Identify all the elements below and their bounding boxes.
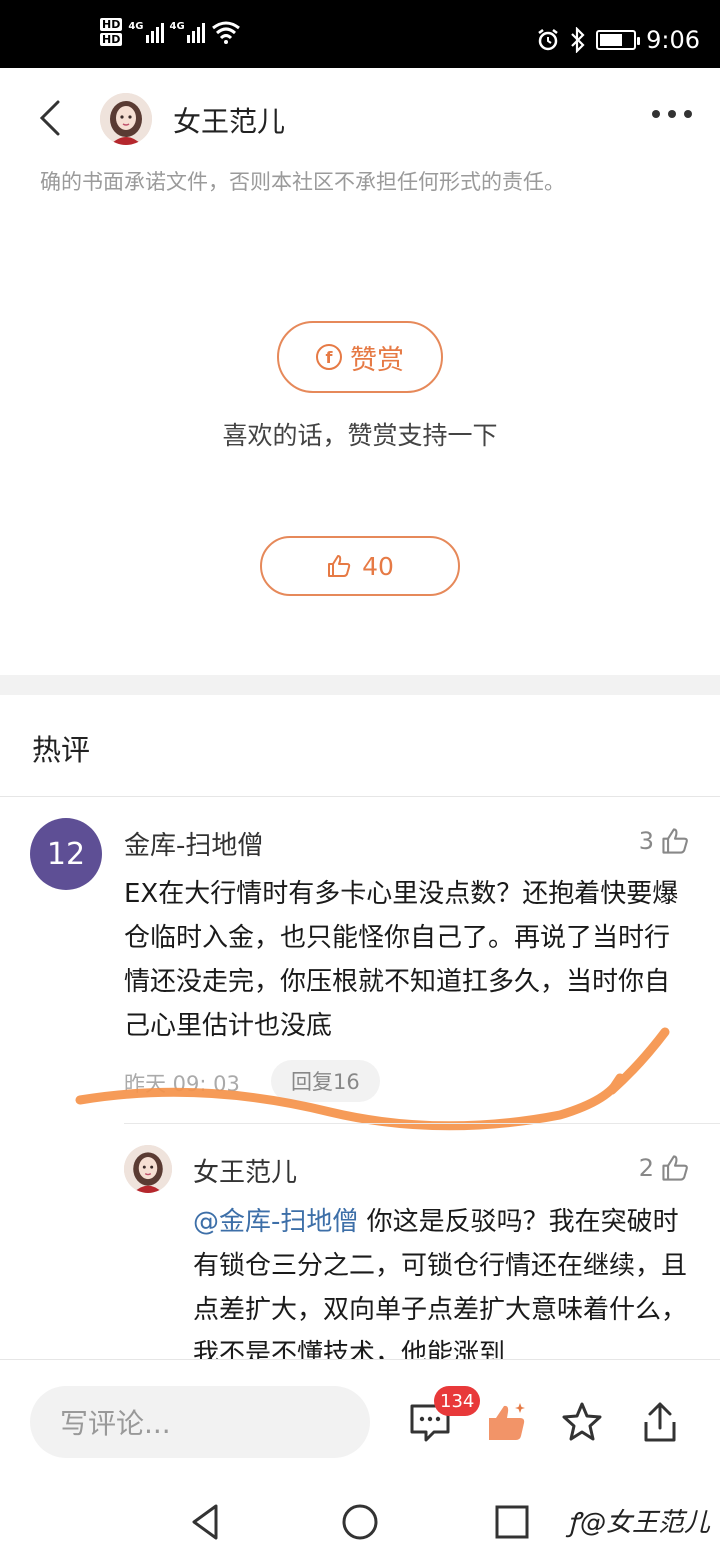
bluetooth-icon	[571, 27, 585, 53]
thumbs-up-icon	[662, 828, 688, 854]
commenter-avatar[interactable]: 12	[30, 818, 102, 890]
hd-badge-1: HD	[100, 18, 123, 31]
system-nav-bar: ꝭ@女王范儿	[0, 1480, 720, 1560]
nav-back-icon[interactable]	[186, 1502, 226, 1542]
nav-recents-icon[interactable]	[492, 1502, 532, 1542]
reply-count-button[interactable]: 回复16	[271, 1060, 380, 1102]
hot-comments-title: 热评	[32, 733, 91, 767]
back-icon[interactable]	[32, 98, 72, 138]
share-icon[interactable]	[638, 1400, 682, 1444]
commenter-name[interactable]: 金库-扫地僧	[124, 825, 263, 862]
bottom-action-bar: 写评论... 134	[0, 1359, 720, 1479]
status-right: 9:06	[536, 26, 700, 54]
coin-icon: f	[316, 344, 342, 370]
comment-count-badge: 134	[434, 1386, 481, 1416]
favorite-star-icon[interactable]	[560, 1400, 604, 1444]
like-icon[interactable]	[484, 1400, 528, 1444]
reward-hint: 喜欢的话，赞赏支持一下	[222, 421, 498, 450]
thumbs-up-icon	[328, 555, 351, 577]
signal-icon-1: 4G	[128, 21, 164, 43]
comment-input[interactable]: 写评论...	[30, 1386, 370, 1458]
reply-like-count: 2	[638, 1154, 654, 1182]
watermark: ꝭ@女王范儿	[568, 1502, 710, 1539]
comment-like-button[interactable]: 3	[639, 826, 690, 856]
author-avatar[interactable]	[100, 93, 152, 145]
alarm-icon	[538, 29, 558, 51]
network-type-label: 4G	[128, 21, 144, 32]
article-like-count: 40	[362, 551, 394, 581]
comment-body: EX在大行情时有多卡心里没点数？还抱着快要爆仓临时入金，也只能怪你自己了。再说了…	[124, 879, 679, 1041]
status-bar: HD HD 4G 4G 9:06	[0, 0, 720, 68]
mention-link[interactable]: @金库-扫地僧	[193, 1207, 358, 1237]
reply-like-button[interactable]: 2	[639, 1153, 690, 1183]
article-like-button[interactable]: 40	[260, 536, 460, 596]
battery-icon	[596, 30, 641, 50]
hd-indicators: HD HD	[100, 18, 123, 46]
divider	[0, 796, 720, 797]
comment-timestamp: 昨天 09: 03	[124, 1072, 240, 1096]
divider	[124, 1123, 720, 1124]
reward-button[interactable]: f 赞赏	[277, 321, 443, 393]
signal-icon-2: 4G	[170, 21, 205, 43]
reward-label: 赞赏	[350, 344, 404, 376]
wifi-icon	[211, 21, 240, 44]
clock: 9:06	[646, 26, 700, 54]
reply-body: @金库-扫地僧 你这是反驳吗？我在突破时有锁仓三分之二，可锁仓行情还在继续，且点…	[193, 1200, 693, 1360]
thumbs-up-icon	[662, 1155, 688, 1181]
author-name[interactable]: 女王范儿	[173, 100, 285, 140]
hd-badge-2: HD	[100, 33, 123, 46]
reply-author-avatar[interactable]	[124, 1145, 172, 1193]
platform-logo-icon: ꝭ	[567, 1508, 580, 1538]
network-type-label: 4G	[169, 21, 185, 32]
article-header: 女王范儿	[0, 68, 720, 168]
network-indicators: HD HD 4G 4G	[100, 18, 241, 46]
comment-like-count: 3	[638, 827, 654, 855]
watermark-text: @女王范儿	[579, 1508, 710, 1538]
disclaimer-text: 确的书面承诺文件，否则本社区不承担任何形式的责任。	[40, 170, 565, 194]
reply-author-name[interactable]: 女王范儿	[193, 1152, 297, 1189]
section-divider	[0, 675, 720, 695]
nav-home-icon[interactable]	[340, 1502, 380, 1542]
more-icon[interactable]	[652, 110, 692, 118]
